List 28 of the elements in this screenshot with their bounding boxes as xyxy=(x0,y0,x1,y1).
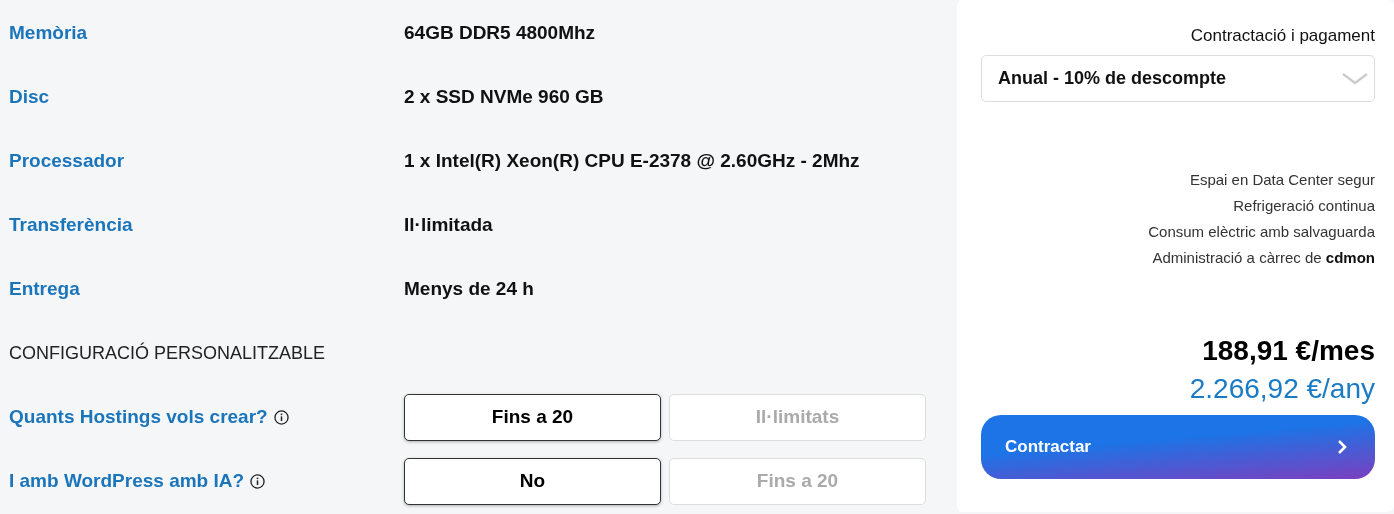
spec-value: Il·limitada xyxy=(404,214,493,236)
contract-button[interactable]: Contractar xyxy=(981,415,1375,479)
monthly-price: 188,91 €/mes xyxy=(1202,335,1375,367)
feature-text: Espai en Data Center segur xyxy=(1189,170,1375,190)
chevron-down-icon xyxy=(1342,72,1368,85)
feature-text: Administració a càrrec de cdmon xyxy=(1152,248,1375,268)
spec-label: Transferència xyxy=(8,214,134,236)
option-label: Quants Hostings vols crear? xyxy=(9,406,268,428)
section-heading: CONFIGURACIÓ PERSONALITZABLE xyxy=(8,342,326,364)
spec-value: 2 x SSD NVMe 960 GB xyxy=(404,86,604,108)
billing-dropdown[interactable]: Anual - 10% de descompte xyxy=(981,55,1375,102)
spec-label: Disc xyxy=(8,86,51,108)
panel-title: Contractació i pagament xyxy=(1190,26,1375,46)
feature-text: Consum elèctric amb salvaguarda xyxy=(1148,222,1375,242)
spec-label: Entrega xyxy=(8,278,81,300)
feature-text: Refrigeració continua xyxy=(1233,196,1375,216)
yearly-price: 2.266,92 €/any xyxy=(1189,373,1375,405)
info-icon[interactable] xyxy=(273,409,289,425)
spec-value: Menys de 24 h xyxy=(404,278,534,300)
option-label: I amb WordPress amb IA? xyxy=(9,470,245,492)
spec-label: Memòria xyxy=(8,22,89,44)
chevron-right-icon xyxy=(1337,439,1347,455)
info-icon[interactable] xyxy=(250,473,266,489)
spec-label: Processador xyxy=(8,150,126,172)
spec-value: 1 x Intel(R) Xeon(R) CPU E-2378 @ 2.60GHz - 2Mhz xyxy=(404,150,860,172)
option-button[interactable]: Fins a 20 xyxy=(404,393,661,441)
option-button[interactable]: No xyxy=(404,457,661,505)
spec-value: 64GB DDR5 4800Mhz xyxy=(404,22,596,44)
